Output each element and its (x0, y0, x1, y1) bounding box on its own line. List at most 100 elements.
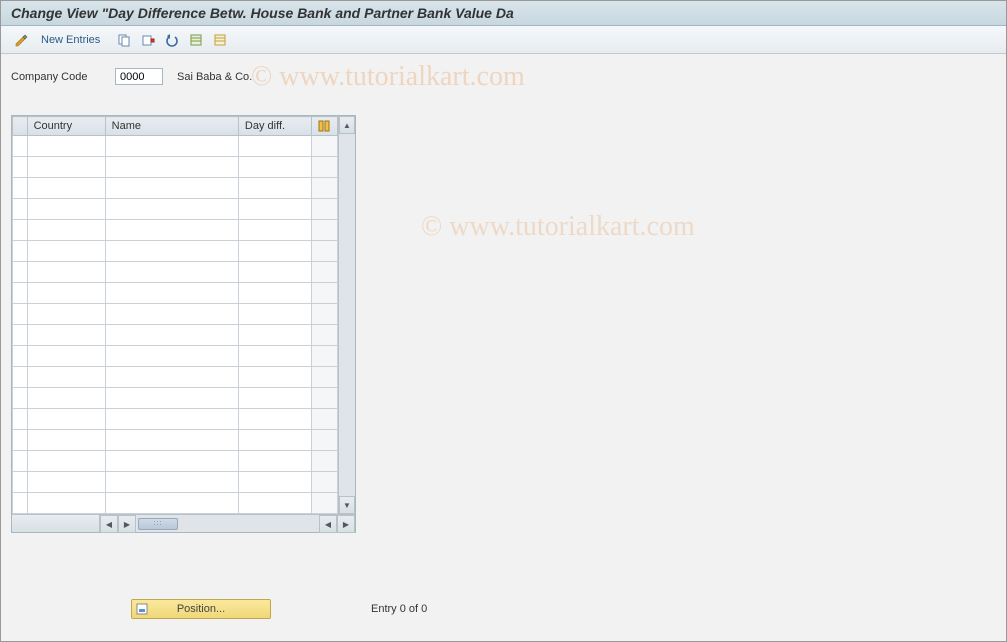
horizontal-scrollbar[interactable]: ◀ ▶ ::: ◀ ▶ (12, 514, 355, 532)
row-selector-header[interactable] (13, 117, 28, 136)
column-header-country[interactable]: Country (27, 117, 105, 136)
row-selector[interactable] (13, 157, 28, 178)
hscroll-thumb[interactable]: ::: (138, 518, 178, 530)
scroll-left-icon[interactable]: ◀ (100, 515, 118, 533)
cell-country[interactable] (27, 157, 105, 178)
cell-name[interactable] (105, 409, 238, 430)
company-code-input[interactable] (115, 68, 163, 85)
cell-daydiff[interactable] (238, 178, 311, 199)
cell-country[interactable] (27, 346, 105, 367)
cell-daydiff[interactable] (238, 262, 311, 283)
scroll-left-end-icon[interactable]: ▶ (118, 515, 136, 533)
cell-country[interactable] (27, 472, 105, 493)
scroll-down-icon[interactable]: ▼ (339, 496, 355, 514)
row-selector[interactable] (13, 493, 28, 514)
undo-icon[interactable] (162, 30, 182, 50)
row-selector[interactable] (13, 262, 28, 283)
cell-country[interactable] (27, 409, 105, 430)
cell-daydiff[interactable] (238, 367, 311, 388)
row-selector[interactable] (13, 199, 28, 220)
table-row (13, 136, 338, 157)
scroll-right-end-icon[interactable]: ▶ (337, 515, 355, 533)
scroll-right-icon[interactable]: ◀ (319, 515, 337, 533)
cell-name[interactable] (105, 136, 238, 157)
cell-name[interactable] (105, 493, 238, 514)
cell-daydiff[interactable] (238, 325, 311, 346)
cell-name[interactable] (105, 304, 238, 325)
row-selector[interactable] (13, 178, 28, 199)
cell-daydiff[interactable] (238, 157, 311, 178)
cell-daydiff[interactable] (238, 472, 311, 493)
cell-country[interactable] (27, 220, 105, 241)
cell-daydiff[interactable] (238, 241, 311, 262)
row-selector[interactable] (13, 283, 28, 304)
row-selector[interactable] (13, 430, 28, 451)
cell-name[interactable] (105, 157, 238, 178)
change-icon[interactable] (11, 30, 31, 50)
table-row (13, 220, 338, 241)
row-selector[interactable] (13, 346, 28, 367)
vertical-scrollbar[interactable]: ▲ ▼ (338, 116, 355, 514)
cell-name[interactable] (105, 241, 238, 262)
row-selector[interactable] (13, 451, 28, 472)
cell-name[interactable] (105, 199, 238, 220)
cell-country[interactable] (27, 388, 105, 409)
cell-name[interactable] (105, 367, 238, 388)
column-header-daydiff[interactable]: Day diff. (238, 117, 311, 136)
cell-country[interactable] (27, 430, 105, 451)
cell-name[interactable] (105, 325, 238, 346)
cell-country[interactable] (27, 367, 105, 388)
cell-daydiff[interactable] (238, 493, 311, 514)
cell-daydiff[interactable] (238, 199, 311, 220)
cell-country[interactable] (27, 178, 105, 199)
cell-name[interactable] (105, 283, 238, 304)
cell-name[interactable] (105, 451, 238, 472)
cell-name[interactable] (105, 220, 238, 241)
row-selector[interactable] (13, 220, 28, 241)
cell-country[interactable] (27, 136, 105, 157)
position-button[interactable]: Position... (131, 599, 271, 619)
cell-country[interactable] (27, 304, 105, 325)
row-selector[interactable] (13, 367, 28, 388)
cell-daydiff[interactable] (238, 304, 311, 325)
cell-name[interactable] (105, 262, 238, 283)
cell-daydiff[interactable] (238, 220, 311, 241)
new-entries-button[interactable]: New Entries (35, 34, 106, 46)
deselect-all-icon[interactable] (210, 30, 230, 50)
cell-country[interactable] (27, 493, 105, 514)
row-selector[interactable] (13, 304, 28, 325)
cell-name[interactable] (105, 430, 238, 451)
cell-country[interactable] (27, 325, 105, 346)
row-selector[interactable] (13, 136, 28, 157)
row-selector[interactable] (13, 409, 28, 430)
cell-country[interactable] (27, 451, 105, 472)
table-configure-icon[interactable] (311, 117, 337, 136)
cell-name[interactable] (105, 178, 238, 199)
cell-daydiff[interactable] (238, 409, 311, 430)
cell-country[interactable] (27, 283, 105, 304)
hscroll-track[interactable]: ::: (136, 515, 319, 532)
column-header-name[interactable]: Name (105, 117, 238, 136)
row-selector[interactable] (13, 388, 28, 409)
row-selector[interactable] (13, 241, 28, 262)
cell-country[interactable] (27, 262, 105, 283)
cell-daydiff[interactable] (238, 388, 311, 409)
scroll-track[interactable] (339, 134, 355, 496)
position-icon (136, 603, 148, 615)
select-all-icon[interactable] (186, 30, 206, 50)
cell-country[interactable] (27, 199, 105, 220)
cell-country[interactable] (27, 241, 105, 262)
cell-daydiff[interactable] (238, 283, 311, 304)
cell-name[interactable] (105, 472, 238, 493)
cell-daydiff[interactable] (238, 451, 311, 472)
cell-daydiff[interactable] (238, 430, 311, 451)
scroll-up-icon[interactable]: ▲ (339, 116, 355, 134)
cell-name[interactable] (105, 388, 238, 409)
cell-daydiff[interactable] (238, 136, 311, 157)
cell-name[interactable] (105, 346, 238, 367)
copy-icon[interactable] (114, 30, 134, 50)
cell-daydiff[interactable] (238, 346, 311, 367)
row-selector[interactable] (13, 472, 28, 493)
delete-icon[interactable] (138, 30, 158, 50)
row-selector[interactable] (13, 325, 28, 346)
